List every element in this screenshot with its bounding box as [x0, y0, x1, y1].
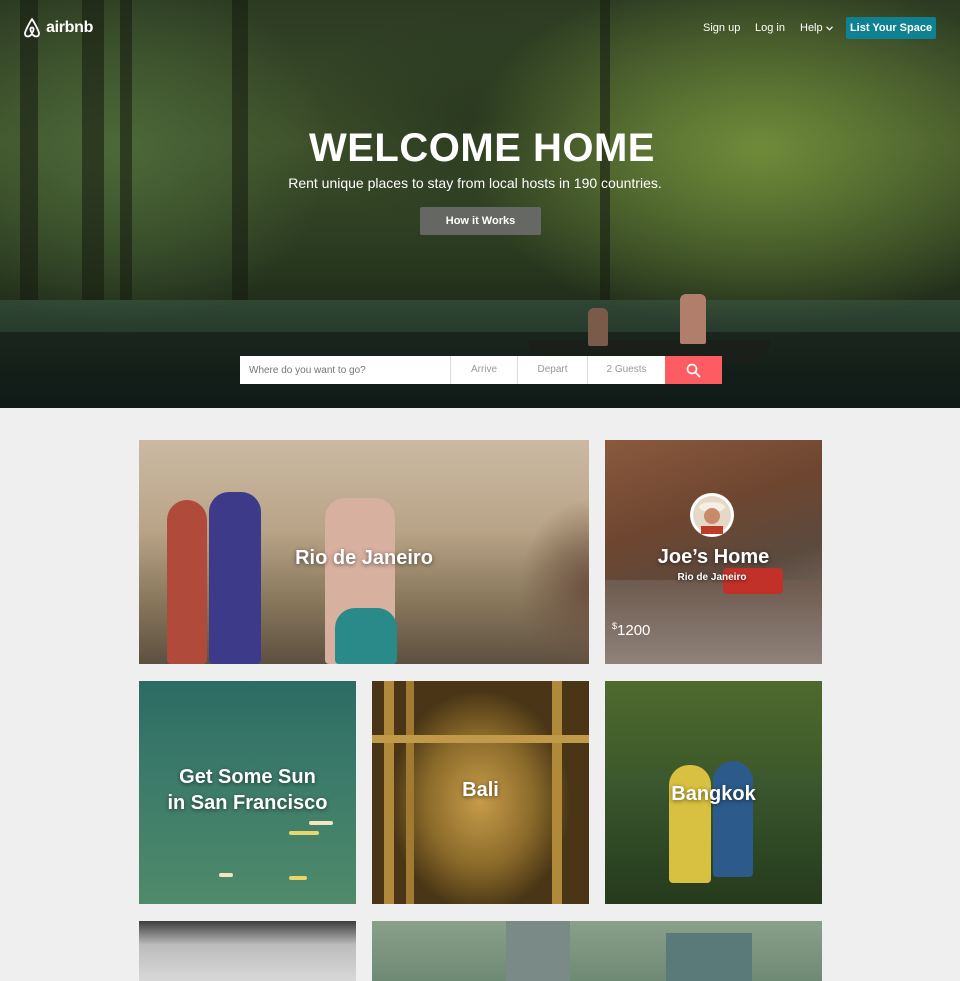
top-navigation: airbnb Sign up Log in Help List Your Spa… [0, 0, 960, 56]
rio-de-janeiro-tile[interactable]: Rio de Janeiro [139, 440, 589, 664]
listing-price: $1200 [612, 621, 650, 639]
airbnb-logo[interactable]: airbnb [22, 17, 93, 39]
hero-section: airbnb Sign up Log in Help List Your Spa… [0, 0, 960, 408]
bali-label: Bali [462, 779, 499, 801]
paddler [680, 294, 706, 344]
search-bar: Arrive Depart 2 Guests [240, 356, 722, 384]
surfboard [289, 831, 319, 835]
chevron-down-icon [825, 25, 833, 31]
bangkok-tile[interactable]: Bangkok [605, 681, 822, 904]
log-in-link[interactable]: Log in [755, 22, 785, 34]
guests-select[interactable]: 2 Guests [587, 356, 665, 384]
listing-location: Rio de Janeiro [677, 572, 747, 583]
paddler [588, 308, 608, 346]
tower-building [506, 921, 570, 981]
arrive-date-field[interactable]: Arrive [450, 356, 517, 384]
sf-label-line1: Get Some Sun [179, 766, 316, 788]
depart-date-field[interactable]: Depart [517, 356, 587, 384]
sf-label-line2: in San Francisco [167, 792, 328, 814]
list-your-space-button[interactable]: List Your Space [846, 17, 936, 39]
san-francisco-tile[interactable]: Get Some Sun in San Francisco [139, 681, 356, 904]
sign-up-link[interactable]: Sign up [703, 22, 740, 34]
surfboard [289, 876, 307, 880]
tower-building [666, 933, 752, 981]
bamboo-beam [372, 735, 589, 743]
search-icon [686, 363, 701, 377]
surfboard [219, 873, 233, 877]
how-it-works-button[interactable]: How it Works [420, 207, 541, 235]
interior-tile[interactable] [139, 921, 356, 981]
destination-input[interactable] [240, 356, 450, 384]
help-label: Help [800, 22, 823, 34]
search-button[interactable] [665, 356, 722, 384]
price-amount: 1200 [617, 622, 651, 639]
bangkok-label: Bangkok [671, 783, 756, 805]
person-figure [167, 500, 207, 664]
bali-tile[interactable]: Bali [372, 681, 589, 904]
host-photo-icon [693, 496, 731, 534]
skirt [335, 608, 397, 664]
person-figure [209, 492, 261, 664]
hero-title: WELCOME HOME [309, 126, 655, 170]
airbnb-logo-icon [24, 18, 40, 38]
rio-label: Rio de Janeiro [295, 547, 433, 569]
surfboard [309, 821, 333, 825]
hero-subtitle: Rent unique places to stay from local ho… [288, 175, 662, 191]
person-figure [713, 761, 753, 877]
city-tile[interactable] [372, 921, 822, 981]
help-menu[interactable]: Help [800, 22, 833, 34]
host-avatar[interactable] [690, 493, 734, 537]
brand-name: airbnb [46, 19, 94, 36]
listing-title: Joe’s Home [657, 546, 770, 568]
